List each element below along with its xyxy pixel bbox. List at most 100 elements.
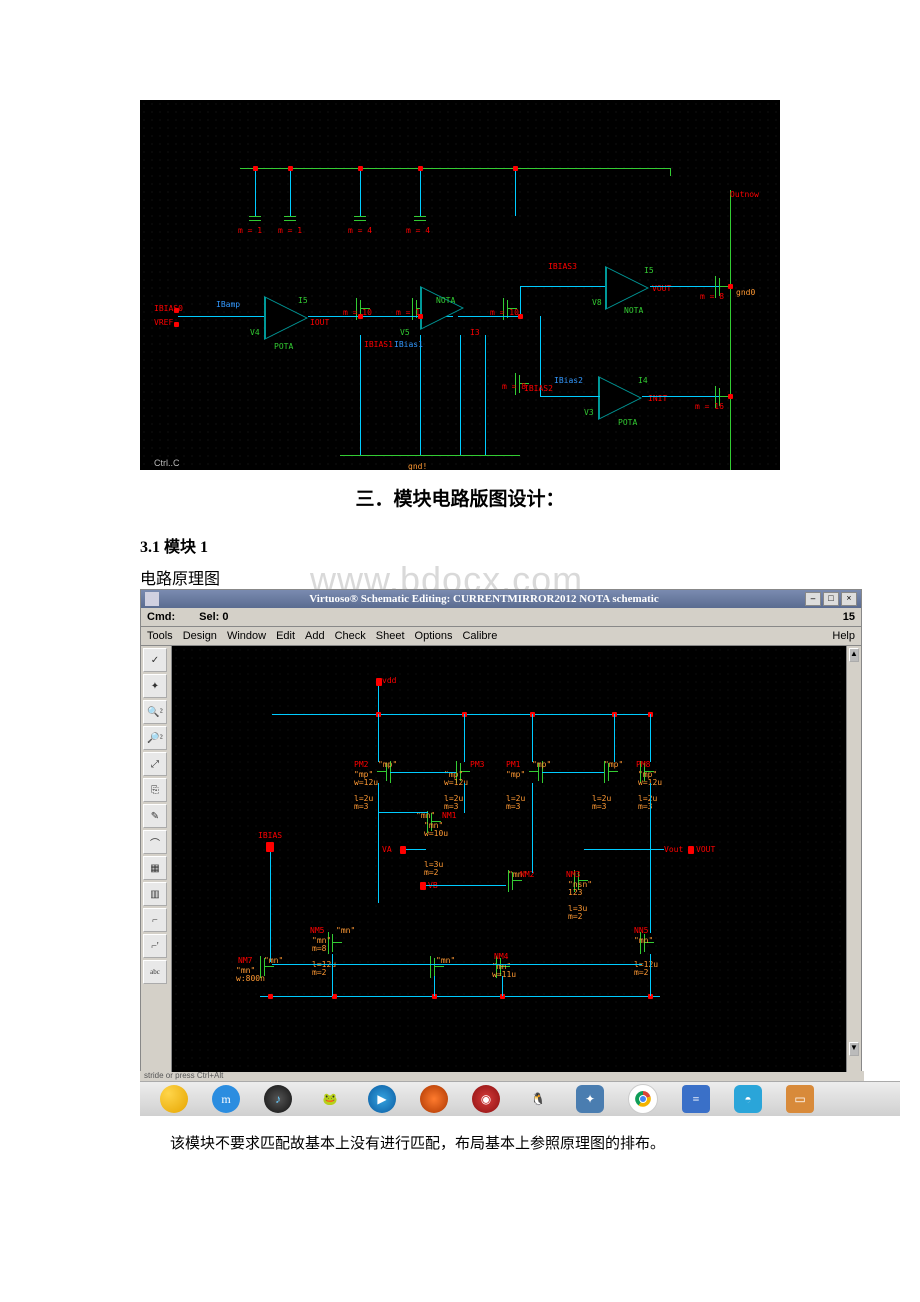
wire — [464, 714, 465, 762]
pin-vb — [420, 882, 426, 890]
wire — [458, 316, 518, 317]
tool-grid-icon[interactable]: ▦ — [143, 856, 167, 880]
wire — [420, 168, 421, 216]
tool-copy-icon[interactable]: ⎘ — [143, 778, 167, 802]
wire — [650, 954, 651, 996]
menu-window[interactable]: Window — [227, 630, 266, 642]
wire — [378, 686, 379, 714]
pin-dot — [728, 284, 733, 289]
tool-ic-icon[interactable]: ▥ — [143, 882, 167, 906]
wire — [290, 168, 291, 216]
cmd-label: Cmd: — [147, 611, 175, 623]
amp-label: NOTA — [436, 296, 455, 305]
tool-stretch-icon[interactable]: ⤢ — [143, 752, 167, 776]
close-button[interactable]: × — [841, 592, 857, 606]
cap-plate — [284, 220, 296, 221]
menu-options[interactable]: Options — [415, 630, 453, 642]
wire — [360, 168, 361, 216]
pin-label: I3 — [470, 328, 480, 337]
taskbar-chrome-icon[interactable] — [628, 1084, 658, 1114]
menu-design[interactable]: Design — [183, 630, 217, 642]
pin-label: gnd! — [408, 462, 427, 470]
type-label: "mp" — [532, 760, 551, 769]
tool-stamp-icon[interactable]: ✦ — [143, 674, 167, 698]
tool-zoom-out-icon[interactable]: 🔎² — [143, 726, 167, 750]
param-label: m = 4 — [348, 226, 372, 235]
inst-label: PM2 — [354, 760, 368, 769]
maximize-button[interactable]: □ — [823, 592, 839, 606]
net-label: I4 — [638, 376, 648, 385]
amp-label: POTA — [618, 418, 637, 427]
taskbar-app-cyan-icon[interactable]: ◓ — [734, 1085, 762, 1113]
param: "mp" — [506, 770, 525, 779]
menu-check[interactable]: Check — [335, 630, 366, 642]
taskbar-app-blue-icon[interactable]: ≡ — [682, 1085, 710, 1113]
node-dot — [268, 994, 273, 999]
cap-plate — [284, 216, 296, 217]
system-menu-icon[interactable] — [145, 592, 159, 606]
taskbar-media-icon[interactable]: ▶ — [368, 1085, 396, 1113]
wire — [378, 714, 379, 762]
pin-ibias — [266, 842, 274, 852]
taskbar-app-orange-icon[interactable]: ▭ — [786, 1085, 814, 1113]
pin-dot — [253, 166, 258, 171]
tool-step-down-icon[interactable]: ⌐ — [143, 908, 167, 932]
wire — [260, 996, 660, 997]
taskbar-weibo-icon[interactable]: ◉ — [472, 1085, 500, 1113]
menu-tools[interactable]: Tools — [147, 630, 173, 642]
pin-label: IOUT — [310, 318, 329, 327]
tool-step-up-icon[interactable]: ⌐' — [143, 934, 167, 958]
menu-calibre[interactable]: Calibre — [462, 630, 497, 642]
minimize-button[interactable]: – — [805, 592, 821, 606]
tool-pencil-icon[interactable]: ✎ — [143, 804, 167, 828]
vertical-scrollbar[interactable]: ▲ ▼ — [846, 646, 861, 1072]
menu-add[interactable]: Add — [305, 630, 325, 642]
window-titlebar[interactable]: Virtuoso® Schematic Editing: CURRENTMIRR… — [141, 590, 861, 608]
inst-label: PM1 — [506, 760, 520, 769]
taskbar-bird-icon[interactable]: ✦ — [576, 1085, 604, 1113]
inst-label: NM5 — [310, 926, 324, 935]
schematic-canvas[interactable]: vdd PM2 "mp" "mp" w=12u l=2u — [172, 646, 846, 1072]
menu-edit[interactable]: Edit — [276, 630, 295, 642]
taskbar-itunes-icon[interactable]: ♪ — [264, 1085, 292, 1113]
wire — [270, 852, 271, 962]
wire — [542, 772, 604, 773]
gnd-rail — [340, 455, 520, 456]
taskbar-firefox-icon[interactable] — [420, 1085, 448, 1113]
inst-label: PM3 — [470, 760, 484, 769]
taskbar-browser-icon[interactable] — [160, 1085, 188, 1113]
tool-abc-icon[interactable]: abc — [143, 960, 167, 984]
tool-check-icon[interactable]: ✓ — [143, 648, 167, 672]
pin-dot — [518, 314, 523, 319]
wire — [650, 783, 651, 933]
amp-fill — [422, 288, 462, 328]
scroll-up-icon[interactable]: ▲ — [849, 648, 859, 662]
wire — [406, 849, 426, 850]
taskbar-frog-icon[interactable]: 🐸 — [316, 1085, 344, 1113]
section-3-1-title: 3.1 模块 1 — [140, 533, 780, 557]
cap-plate — [354, 220, 366, 221]
tool-arc-icon[interactable]: ⌒ — [143, 830, 167, 854]
param: m=2 — [634, 968, 648, 977]
param: 123 — [568, 888, 582, 897]
pin-label: vdd — [382, 676, 396, 685]
taskbar-app1-icon[interactable]: m — [212, 1085, 240, 1113]
pin-label: IBamp — [216, 300, 240, 309]
pin-dot — [358, 314, 363, 319]
pin-label: Outnow — [730, 190, 759, 199]
tool-zoom-in-icon[interactable]: 🔍² — [143, 700, 167, 724]
pin-label: IBIAS1 — [364, 340, 393, 349]
scroll-down-icon[interactable]: ▼ — [849, 1042, 859, 1056]
param: w=12u — [354, 778, 378, 787]
cap-plate — [414, 216, 426, 217]
wire — [515, 168, 516, 216]
taskbar-qq-icon[interactable]: 🐧 — [524, 1085, 552, 1113]
net-label: V4 — [250, 328, 260, 337]
param: w=10u — [424, 829, 448, 838]
wire — [532, 783, 533, 873]
param-label: m = 4 — [406, 226, 430, 235]
wire — [378, 812, 428, 813]
menu-help[interactable]: Help — [832, 630, 855, 642]
menu-sheet[interactable]: Sheet — [376, 630, 405, 642]
schematic-caption: 电路原理图 — [140, 565, 780, 589]
